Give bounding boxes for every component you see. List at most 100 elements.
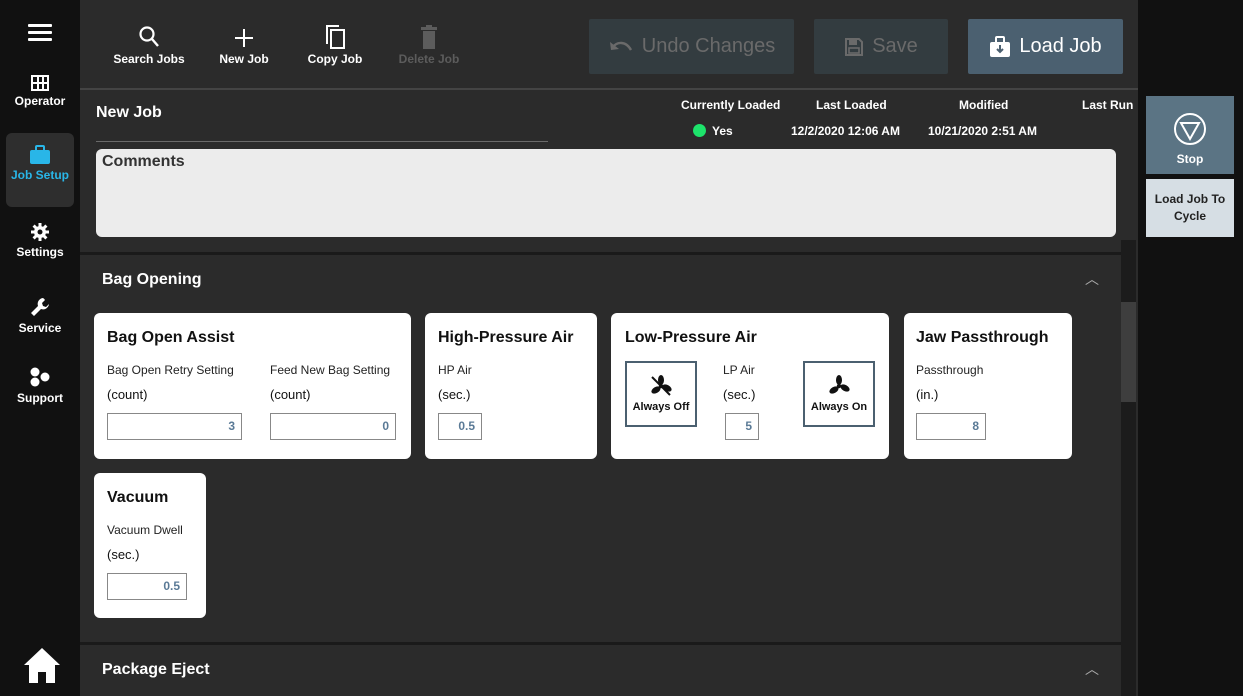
- card-hp-air: High-Pressure Air HP Air (sec.) 0.5: [425, 313, 597, 459]
- load-job-to-cycle-label: Load Job To Cycle: [1154, 192, 1226, 223]
- card-bag-open-assist: Bag Open Assist Bag Open Retry Setting (…: [94, 313, 411, 459]
- right-panel: Stop Load Job To Cycle: [1138, 0, 1243, 696]
- passthrough-input[interactable]: 8: [916, 413, 986, 440]
- toolbar: Search Jobs New Job Copy Job Delete Job …: [80, 0, 1138, 90]
- section-title: Bag Opening: [102, 271, 202, 288]
- plus-icon: [235, 29, 253, 47]
- currently-loaded-value: Yes: [693, 124, 733, 138]
- always-off-label: Always Off: [632, 401, 690, 413]
- passthrough-unit: (in.): [916, 387, 939, 402]
- grid-icon: [31, 75, 49, 91]
- card-title: Vacuum: [107, 489, 169, 506]
- stop-button[interactable]: Stop: [1146, 96, 1234, 174]
- search-icon: [139, 26, 159, 47]
- chevron-up-icon[interactable]: ︿: [1085, 659, 1099, 679]
- nav-item-support[interactable]: Support: [6, 366, 74, 416]
- always-on-button[interactable]: Always On: [803, 361, 875, 427]
- section-title: Package Eject: [102, 661, 210, 678]
- undo-icon: [609, 41, 632, 51]
- delete-job-label: Delete Job: [398, 52, 460, 66]
- vacuum-dwell-input[interactable]: 0.5: [107, 573, 187, 600]
- stop-icon: [1174, 113, 1206, 145]
- card-title: High-Pressure Air: [438, 329, 574, 346]
- comments-field[interactable]: Comments: [96, 149, 1116, 237]
- modified-value: 10/21/2020 2:51 AM: [928, 124, 1037, 138]
- home-icon[interactable]: [22, 645, 62, 685]
- card-jaw-passthrough: Jaw Passthrough Passthrough (in.) 8: [904, 313, 1072, 459]
- last-run-header: Last Run: [1082, 98, 1134, 112]
- section-bag-opening: Bag Opening ︿ Bag Open Assist Bag Open R…: [80, 252, 1121, 642]
- briefcase-download-icon: [990, 35, 1011, 57]
- nav-item-job-setup[interactable]: Job Setup: [6, 133, 74, 207]
- copy-job-button[interactable]: Copy Job: [304, 24, 366, 66]
- copy-job-label: Copy Job: [307, 52, 363, 66]
- new-job-button[interactable]: New Job: [216, 24, 272, 66]
- feed-unit: (count): [270, 387, 311, 402]
- undo-changes-label: Undo Changes: [641, 35, 776, 57]
- section-package-eject: Package Eject ︿: [80, 642, 1121, 696]
- menu-icon[interactable]: [28, 24, 52, 42]
- search-jobs-label: Search Jobs: [113, 52, 185, 66]
- scrollbar-thumb[interactable]: [1121, 302, 1136, 402]
- currently-loaded-text: Yes: [712, 124, 733, 138]
- lp-air-unit: (sec.): [723, 387, 756, 402]
- retry-unit: (count): [107, 387, 148, 402]
- card-vacuum: Vacuum Vacuum Dwell (sec.) 0.5: [94, 473, 206, 618]
- hp-air-input[interactable]: 0.5: [438, 413, 482, 440]
- modified-header: Modified: [959, 98, 1009, 112]
- nav-item-settings[interactable]: Settings: [6, 222, 74, 272]
- support-icon: [30, 367, 50, 387]
- chevron-up-icon[interactable]: ︿: [1085, 269, 1099, 289]
- nav-item-service[interactable]: Service: [6, 296, 74, 346]
- hp-air-label: HP Air: [438, 363, 472, 377]
- last-loaded-value: 12/2/2020 12:06 AM: [791, 124, 900, 138]
- main-panel: Search Jobs New Job Copy Job Delete Job …: [80, 0, 1138, 696]
- nav-item-operator[interactable]: Operator: [6, 75, 74, 125]
- retry-input[interactable]: 3: [107, 413, 242, 440]
- always-on-label: Always On: [810, 401, 868, 413]
- lp-air-label: LP Air: [723, 363, 755, 377]
- stop-label: Stop: [1176, 152, 1204, 166]
- card-title: Jaw Passthrough: [916, 329, 1049, 346]
- search-jobs-button[interactable]: Search Jobs: [110, 24, 188, 66]
- nav-label: Operator: [14, 94, 66, 108]
- nav-label: Settings: [16, 245, 64, 259]
- passthrough-label: Passthrough: [916, 363, 984, 377]
- load-job-button[interactable]: Load Job: [968, 19, 1123, 74]
- load-job-label: Load Job: [1019, 35, 1102, 57]
- status-dot: [693, 124, 706, 137]
- comments-label: Comments: [102, 153, 185, 170]
- lp-air-input[interactable]: 5: [725, 413, 759, 440]
- always-off-button[interactable]: Always Off: [625, 361, 697, 427]
- copy-icon: [326, 25, 345, 49]
- save-label: Save: [872, 35, 918, 57]
- job-header: New Job Currently Loaded Yes Last Loaded…: [80, 92, 1138, 148]
- load-job-to-cycle-button[interactable]: Load Job To Cycle: [1146, 179, 1234, 237]
- delete-job-button[interactable]: Delete Job: [396, 24, 462, 66]
- last-loaded-header: Last Loaded: [816, 98, 887, 112]
- vacuum-dwell-label: Vacuum Dwell: [107, 523, 183, 537]
- fan-off-icon: [651, 375, 672, 396]
- nav-label: Job Setup: [10, 168, 69, 182]
- save-button[interactable]: Save: [814, 19, 948, 74]
- nav-label: Service: [18, 321, 62, 335]
- card-title: Bag Open Assist: [107, 329, 235, 346]
- hp-air-unit: (sec.): [438, 387, 471, 402]
- currently-loaded-header: Currently Loaded: [681, 98, 781, 112]
- vacuum-dwell-unit: (sec.): [107, 547, 140, 562]
- scrollbar[interactable]: [1121, 240, 1136, 696]
- job-title-underline: [96, 141, 548, 142]
- card-lp-air: Low-Pressure Air Always Off LP Air (sec.…: [611, 313, 889, 459]
- fan-icon: [829, 375, 850, 394]
- save-icon: [845, 37, 864, 56]
- retry-label: Bag Open Retry Setting: [107, 363, 234, 377]
- feed-label: Feed New Bag Setting: [270, 363, 391, 377]
- new-job-label: New Job: [219, 52, 269, 66]
- gear-icon: [31, 223, 49, 241]
- card-title: Low-Pressure Air: [625, 329, 757, 346]
- job-title[interactable]: New Job: [96, 104, 162, 122]
- left-nav: Operator Job Setup Settings Service Supp…: [0, 0, 80, 696]
- undo-changes-button[interactable]: Undo Changes: [589, 19, 794, 74]
- trash-icon: [421, 25, 437, 49]
- feed-input[interactable]: 0: [270, 413, 396, 440]
